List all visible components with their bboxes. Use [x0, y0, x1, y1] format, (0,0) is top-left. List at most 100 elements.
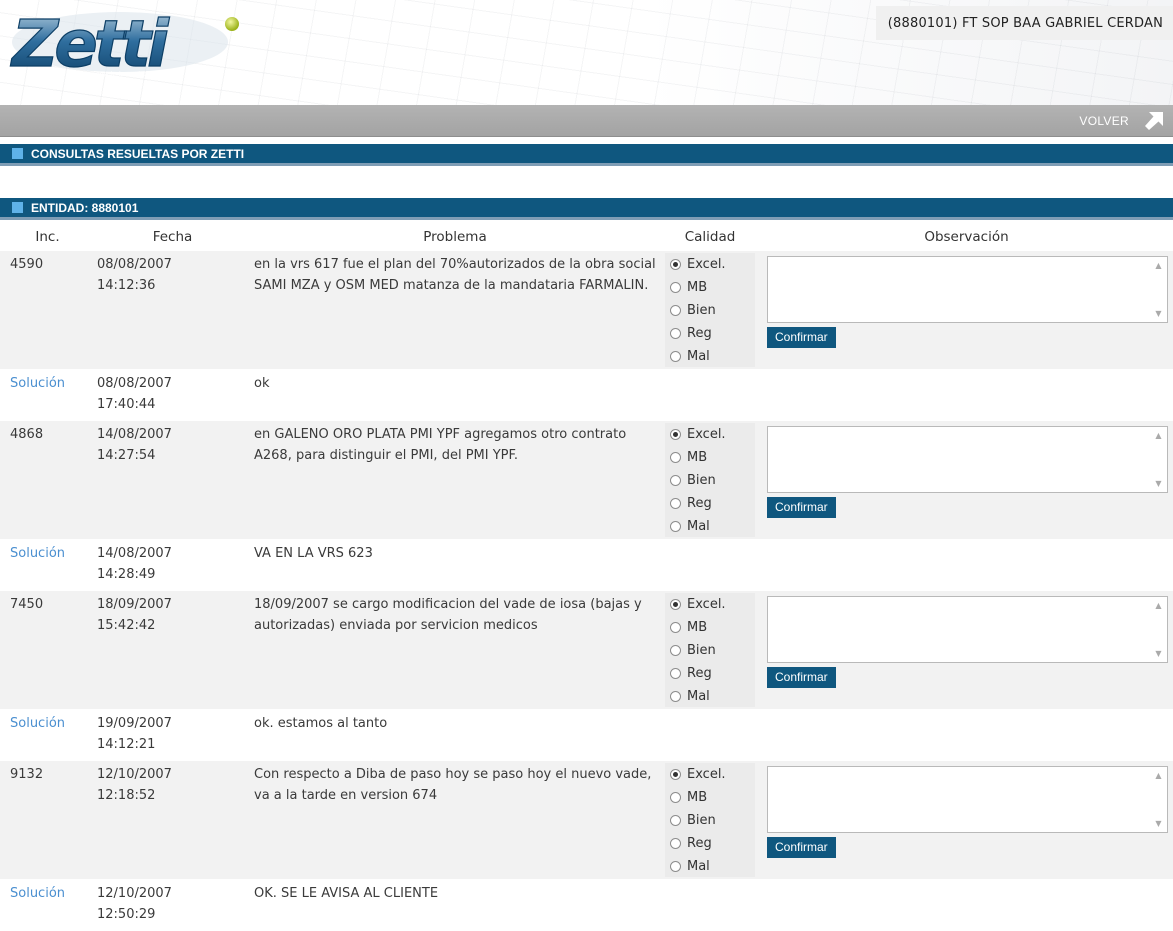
textarea-scrollbar[interactable]: ▲ ▼: [1150, 597, 1167, 662]
radio-button[interactable]: [670, 282, 681, 293]
calidad-option-label: MB: [687, 790, 708, 805]
square-bullet-icon: [12, 202, 23, 213]
calidad-option[interactable]: Excel.: [665, 423, 755, 446]
calidad-option[interactable]: Bien: [665, 469, 755, 492]
radio-button[interactable]: [670, 861, 681, 872]
scroll-up-icon[interactable]: ▲: [1155, 261, 1161, 270]
svg-text:ingeniería en sistemas: ingeniería en sistemas: [94, 71, 162, 78]
radio-button[interactable]: [670, 429, 681, 440]
radio-button[interactable]: [670, 328, 681, 339]
textarea-scrollbar[interactable]: ▲ ▼: [1150, 257, 1167, 322]
radio-button[interactable]: [670, 691, 681, 702]
calidad-option[interactable]: Mal: [665, 345, 755, 368]
confirmar-button[interactable]: Confirmar: [767, 327, 836, 348]
column-header-inc: Inc.: [35, 229, 60, 245]
solution-row: Solución 14/08/2007 14:28:49 VA EN LA VRS 6…: [0, 539, 1173, 591]
radio-button[interactable]: [670, 351, 681, 362]
calidad-option[interactable]: Reg: [665, 492, 755, 515]
calidad-radio-group: Excel. MB Bien Reg Mal: [665, 763, 755, 877]
calidad-option[interactable]: Bien: [665, 809, 755, 832]
calidad-option[interactable]: MB: [665, 276, 755, 299]
calidad-option[interactable]: Reg: [665, 662, 755, 685]
radio-button[interactable]: [670, 498, 681, 509]
calidad-option[interactable]: Reg: [665, 322, 755, 345]
calidad-option[interactable]: Mal: [665, 855, 755, 878]
volver-link[interactable]: VOLVER: [1079, 112, 1163, 130]
radio-button[interactable]: [670, 305, 681, 316]
calidad-option-label: Reg: [687, 666, 712, 681]
calidad-option[interactable]: Mal: [665, 685, 755, 708]
radio-button[interactable]: [670, 521, 681, 532]
observacion-textarea[interactable]: ▲ ▼: [767, 256, 1168, 323]
observacion-textarea[interactable]: ▲ ▼: [767, 426, 1168, 493]
calidad-option[interactable]: Bien: [665, 299, 755, 322]
solution-label: Solución: [10, 886, 66, 901]
square-bullet-icon: [12, 148, 23, 159]
incident-number: 4868: [10, 427, 44, 442]
page-header: Zetti ingeniería en sistemas (8880101) F…: [0, 0, 1173, 105]
entity-header: ENTIDAD: 8880101: [0, 198, 1173, 220]
radio-button[interactable]: [670, 645, 681, 656]
calidad-option[interactable]: Mal: [665, 515, 755, 538]
solution-text: ok. estamos al tanto: [254, 716, 388, 731]
calidad-option-label: Bien: [687, 473, 716, 488]
radio-button[interactable]: [670, 815, 681, 826]
solution-date-day: 19/09/2007: [97, 716, 172, 731]
user-name: (8880101) FT SOP BAA GABRIEL CERDAN: [887, 15, 1163, 31]
calidad-option[interactable]: MB: [665, 446, 755, 469]
incident-problem: Con respecto a Diba de paso hoy se paso …: [254, 767, 652, 803]
calidad-option-label: MB: [687, 280, 708, 295]
nav-bar: VOLVER: [0, 105, 1173, 137]
radio-button[interactable]: [670, 622, 681, 633]
calidad-option[interactable]: MB: [665, 616, 755, 639]
incident-date: 12/10/2007 12:18:52: [97, 764, 197, 806]
incident-date-day: 18/09/2007: [97, 597, 172, 612]
scroll-up-icon[interactable]: ▲: [1155, 771, 1161, 780]
scroll-down-icon[interactable]: ▼: [1155, 309, 1161, 318]
solution-text: VA EN LA VRS 623: [254, 546, 373, 561]
calidad-option[interactable]: Bien: [665, 639, 755, 662]
incident-row: 4590 08/08/2007 14:12:36 en la vrs 617 fue …: [0, 251, 1173, 369]
radio-button[interactable]: [670, 452, 681, 463]
calidad-option-label: Mal: [687, 349, 710, 364]
calidad-option[interactable]: MB: [665, 786, 755, 809]
calidad-option[interactable]: Excel.: [665, 763, 755, 786]
solution-row: Solución 12/10/2007 12:50:29 OK. SE LE AVIS…: [0, 879, 1173, 931]
scroll-down-icon[interactable]: ▼: [1155, 649, 1161, 658]
textarea-scrollbar[interactable]: ▲ ▼: [1150, 427, 1167, 492]
radio-button[interactable]: [670, 838, 681, 849]
textarea-scrollbar[interactable]: ▲ ▼: [1150, 767, 1167, 832]
radio-button[interactable]: [670, 475, 681, 486]
confirmar-button[interactable]: Confirmar: [767, 667, 836, 688]
solution-row: Solución 08/08/2007 17:40:44 ok: [0, 369, 1173, 421]
observacion-textarea[interactable]: ▲ ▼: [767, 596, 1168, 663]
calidad-option-label: Mal: [687, 689, 710, 704]
solution-row: Solución 19/09/2007 14:12:21 ok. estamos al…: [0, 709, 1173, 761]
calidad-option-label: Excel.: [687, 257, 726, 272]
scroll-up-icon[interactable]: ▲: [1155, 431, 1161, 440]
radio-button[interactable]: [670, 259, 681, 270]
scroll-down-icon[interactable]: ▼: [1155, 819, 1161, 828]
calidad-option-label: Reg: [687, 496, 712, 511]
incident-row: 4868 14/08/2007 14:27:54 en GALENO ORO PLAT…: [0, 421, 1173, 539]
volver-label: VOLVER: [1079, 114, 1129, 128]
confirmar-button[interactable]: Confirmar: [767, 497, 836, 518]
calidad-option-label: Excel.: [687, 597, 726, 612]
scroll-down-icon[interactable]: ▼: [1155, 479, 1161, 488]
solution-label: Solución: [10, 546, 66, 561]
calidad-option[interactable]: Reg: [665, 832, 755, 855]
radio-button[interactable]: [670, 792, 681, 803]
calidad-option-label: Mal: [687, 519, 710, 534]
observacion-textarea[interactable]: ▲ ▼: [767, 766, 1168, 833]
radio-button[interactable]: [670, 599, 681, 610]
radio-button[interactable]: [670, 668, 681, 679]
calidad-option[interactable]: Excel.: [665, 593, 755, 616]
scroll-up-icon[interactable]: ▲: [1155, 601, 1161, 610]
calidad-option[interactable]: Excel.: [665, 253, 755, 276]
column-header-problema: Problema: [423, 229, 487, 245]
incident-date-day: 08/08/2007: [97, 257, 172, 272]
calidad-option-label: Bien: [687, 813, 716, 828]
confirmar-button[interactable]: Confirmar: [767, 837, 836, 858]
incident-date-day: 12/10/2007: [97, 767, 172, 782]
radio-button[interactable]: [670, 769, 681, 780]
